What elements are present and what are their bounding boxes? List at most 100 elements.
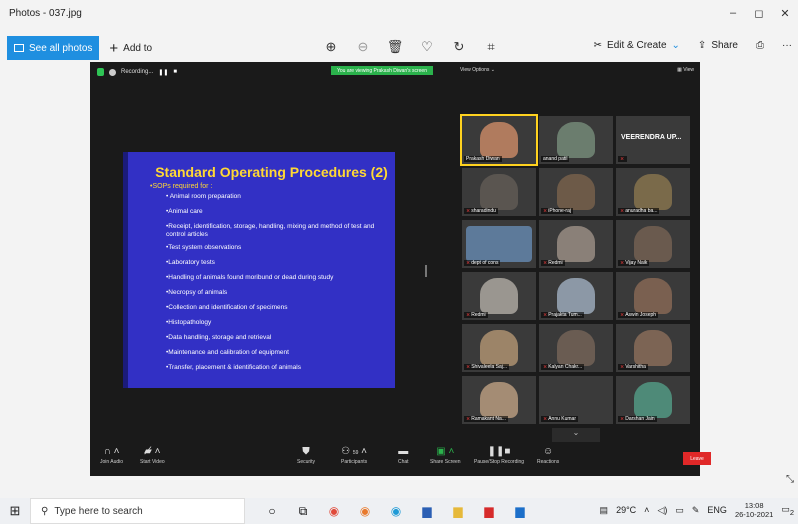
reactions-icon: ☺ [543, 446, 554, 457]
recording-button: ❚❚■ Pause/Stop Recording [474, 446, 524, 465]
participant-name: ⨯Prajakta Tum... [541, 312, 584, 318]
slide-subtitle: •SOPs required for : [150, 183, 213, 190]
edit-icon: ✂ [593, 40, 603, 51]
viewing-banner: You are viewing Prakash Diwan's screen [331, 66, 433, 75]
clock[interactable]: 13:08 26-10-2021 [735, 501, 773, 519]
favorite-icon[interactable]: ♡ [418, 39, 436, 55]
participant-tile: ⨯Redmi [539, 220, 613, 268]
share-screen-button: ▣ ˄ Share Screen [430, 446, 461, 465]
file-explorer-icon[interactable]: ▆ [448, 501, 468, 521]
acrobat-icon[interactable]: ▆ [479, 501, 499, 521]
windows-taskbar: ⊞ ⚲ Type here to search ○ ⧉ ◉ ◉ ◉ ▆ ▆ ▆ … [0, 498, 798, 524]
pen-icon[interactable]: ✎ [692, 505, 700, 516]
participants-label: Participants [341, 459, 368, 465]
slide-item: •Transfer, placement & identification of… [166, 364, 301, 371]
close-button[interactable]: ✕ [772, 7, 798, 20]
weather-icon[interactable]: ▤ [600, 505, 609, 516]
participant-name: Prakash Diwan [464, 156, 502, 162]
rotate-icon[interactable]: ↻ [450, 39, 468, 55]
edit-create-button[interactable]: ✂ Edit & Create ⌄ [594, 40, 680, 51]
participant-name: anand patil [541, 156, 570, 162]
participant-name: ⨯Kalyan Chakr... [541, 364, 585, 370]
participant-video [557, 122, 595, 158]
add-to-label: Add to [123, 42, 153, 54]
maximize-button[interactable]: ◻ [746, 7, 772, 20]
firefox-icon[interactable]: ◉ [355, 501, 375, 521]
recording-indicator: Recording... ❚❚ ■ [97, 68, 177, 76]
shared-slide: Standard Operating Procedures (2) •SOPs … [123, 152, 395, 388]
start-video-button: ▰̸ ˄ Start Video [140, 446, 165, 465]
add-to-button[interactable]: + Add to [109, 40, 152, 57]
participant-name: ⨯Ramakant Na... [464, 416, 508, 422]
zoom-out-icon[interactable]: ⊖ [354, 39, 372, 55]
security-label: Security [297, 459, 316, 465]
participant-tile: ⨯iPhone-raj [539, 168, 613, 216]
crop-icon[interactable]: ⌗ [482, 39, 500, 55]
chevron-up-icon[interactable]: ˄ [644, 505, 649, 515]
see-all-label: See all photos [29, 42, 93, 54]
participant-tile: ⨯Varshitha [616, 324, 690, 372]
more-icon[interactable]: ··· [782, 40, 792, 51]
participant-video [480, 174, 518, 210]
participant-tile: ⨯Annu Kumar [539, 376, 613, 424]
notification-icon[interactable]: ▭2 [781, 504, 794, 517]
participant-name: ⨯Redmi [464, 312, 488, 318]
see-all-photos-button[interactable]: See all photos [7, 36, 100, 60]
participant-name: ⨯Shivaleela Saj... [464, 364, 510, 370]
participant-name: ⨯Aswin Joseph [618, 312, 659, 318]
slide-item: • Animal room preparation [166, 193, 241, 200]
mic-muted-icon: ⨯ [620, 208, 625, 214]
chrome-icon[interactable]: ◉ [324, 501, 344, 521]
mic-muted-icon: ⨯ [466, 364, 471, 370]
participant-video [466, 226, 532, 262]
task-view-icon[interactable]: ⧉ [293, 501, 313, 521]
participant-name: ⨯Vijay Naik [618, 260, 650, 266]
reactions-label: Reactions [537, 459, 560, 465]
word-icon[interactable]: ▆ [417, 501, 437, 521]
security-button: ⛊ Security [297, 446, 315, 465]
view-label: View [683, 67, 694, 73]
video-off-icon: ▰̸ ˄ [144, 446, 161, 457]
start-button[interactable]: ⊞ [0, 503, 30, 519]
delete-icon[interactable]: 🗑 [386, 39, 404, 55]
photos-icon [14, 44, 24, 52]
print-icon[interactable]: ⎙ [756, 40, 764, 51]
notification-count: 2 [789, 507, 794, 517]
taskbar-search[interactable]: ⚲ Type here to search [30, 498, 245, 524]
share-button[interactable]: ⇪ Share [698, 40, 738, 51]
cortana-icon[interactable]: ○ [262, 501, 282, 521]
participant-video [557, 174, 595, 210]
participant-tile: ⨯sharadindu [462, 168, 536, 216]
participants-icon: ⚇ 59 ˄ [341, 446, 368, 457]
weather-temp[interactable]: 29°C [616, 505, 636, 515]
participants-button: ⚇ 59 ˄ Participants [341, 446, 367, 465]
recording-control-label: Pause/Stop Recording [474, 459, 525, 465]
slide-item: •Histopathology [166, 319, 212, 326]
participant-video [480, 382, 518, 418]
leave-button: Leave [683, 452, 711, 465]
mic-muted-icon: ⨯ [466, 416, 471, 422]
zoom-control-bar: ∩ ˄ Join Audio ▰̸ ˄ Start Video ⛊ Securi… [90, 442, 711, 476]
photos-app-icon[interactable]: ▆ [510, 501, 530, 521]
muted-badge: ⨯ [618, 156, 628, 162]
participant-name: ⨯Varshitha [618, 364, 648, 370]
participant-tile: ⨯Aswin Joseph [616, 272, 690, 320]
language-indicator[interactable]: ENG [707, 505, 727, 515]
headphones-icon: ∩ ˄ [103, 446, 120, 457]
participant-tile: ⨯Kalyan Chakr... [539, 324, 613, 372]
expand-icon[interactable]: ⤡ [786, 474, 794, 485]
mic-muted-icon: ⨯ [543, 364, 548, 370]
toolbar-right: ✂ Edit & Create ⌄ ⇪ Share ⎙ ··· [594, 40, 792, 51]
volume-icon[interactable]: ◁) [657, 505, 667, 516]
chat-icon: ▬ [398, 446, 409, 457]
mic-muted-icon: ⨯ [466, 312, 471, 318]
participant-tile: ⨯Darshan Jain [616, 376, 690, 424]
zoom-in-icon[interactable]: ⊕ [322, 39, 340, 55]
edge-icon[interactable]: ◉ [386, 501, 406, 521]
battery-icon[interactable]: ▭ [675, 505, 684, 516]
start-video-label: Start Video [140, 459, 165, 465]
participant-tile: ⨯Vijay Naik [616, 220, 690, 268]
participant-tile: ⨯anuradha ba... [616, 168, 690, 216]
minimize-button[interactable]: – [720, 7, 746, 19]
participant-name: ⨯Annu Kumar [541, 416, 578, 422]
